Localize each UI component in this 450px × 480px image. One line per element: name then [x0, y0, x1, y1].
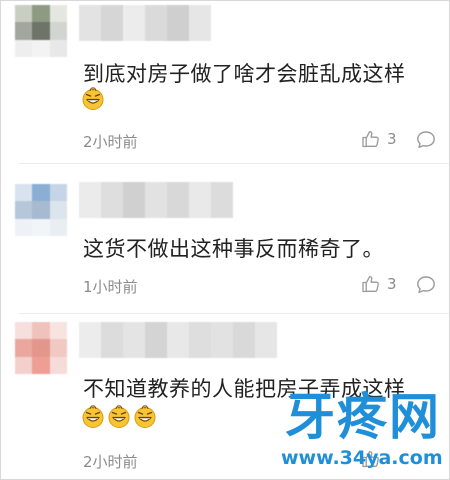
- avatar-tile: [15, 5, 33, 23]
- username-tile: [145, 5, 167, 41]
- username[interactable]: [79, 322, 277, 358]
- avatar-tile: [49, 39, 67, 57]
- username-tile: [167, 322, 189, 358]
- username-tile: [123, 322, 145, 358]
- comment-list: 到底对房子做了啥才会脏乱成这样 2小时前 3 这货不做出这种事反而稀奇了。 1小…: [0, 0, 450, 480]
- username-tile: [255, 322, 277, 358]
- avatar-tile: [49, 22, 67, 40]
- comment-text: 到底对房子做了啥才会脏乱成这样: [83, 62, 406, 86]
- watermark: 牙疼网 www.34ya.com: [279, 387, 447, 475]
- comment-item: 到底对房子做了啥才会脏乱成这样 2小时前 3: [1, 1, 449, 161]
- grin-emoji-icon: [82, 405, 104, 428]
- username-tile: [167, 182, 189, 218]
- avatar-tile: [32, 322, 50, 340]
- username-tile: [101, 322, 123, 358]
- like-count: 3: [387, 130, 397, 148]
- like-button[interactable]: 3: [361, 274, 397, 294]
- avatar-tile: [49, 322, 67, 340]
- username-tile: [79, 182, 101, 218]
- comment-text: 这货不做出这种事反而稀奇了。: [83, 237, 384, 261]
- username-tile: [189, 182, 211, 218]
- avatar-tile: [15, 22, 33, 40]
- username-tile: [123, 5, 145, 41]
- username-tile: [123, 182, 145, 218]
- avatar-tile: [32, 184, 50, 202]
- username-tile: [189, 5, 211, 41]
- avatar-tile: [32, 218, 50, 236]
- avatar[interactable]: [15, 184, 67, 236]
- avatar-tile: [32, 22, 50, 40]
- avatar[interactable]: [15, 322, 67, 374]
- username-tile: [79, 5, 101, 41]
- avatar-tile: [49, 218, 67, 236]
- thumbs-up-icon: [362, 130, 379, 148]
- grin-emoji-icon: [82, 87, 104, 110]
- username-tile: [145, 182, 167, 218]
- avatar-tile: [49, 201, 67, 219]
- avatar-tile: [15, 356, 33, 374]
- avatar-tile: [32, 356, 50, 374]
- grin-emoji-icon: [108, 405, 130, 428]
- avatar-tile: [49, 5, 67, 23]
- comment-time: 2小时前: [83, 453, 138, 471]
- username-tile: [167, 5, 189, 41]
- username-tile: [189, 322, 211, 358]
- avatar-tile: [15, 218, 33, 236]
- grin-emoji-icon: [134, 405, 156, 428]
- comment-bubble-icon: [417, 131, 435, 149]
- username-tile: [233, 322, 255, 358]
- avatar[interactable]: [15, 5, 67, 57]
- emoji-row: [81, 87, 105, 111]
- avatar-tile: [32, 39, 50, 57]
- comment-bubble-icon: [417, 276, 435, 294]
- username-tile: [101, 182, 123, 218]
- like-count: 3: [387, 275, 397, 293]
- avatar-tile: [15, 184, 33, 202]
- comment-time: 1小时前: [83, 278, 138, 296]
- comment-time: 2小时前: [83, 133, 138, 151]
- username[interactable]: [79, 182, 233, 218]
- watermark-logo: 牙疼网: [285, 387, 441, 446]
- reply-button[interactable]: [415, 129, 437, 155]
- username-tile: [101, 5, 123, 41]
- avatar-tile: [15, 201, 33, 219]
- username[interactable]: [79, 5, 211, 41]
- avatar-tile: [32, 201, 50, 219]
- watermark-url: www.34ya.com: [281, 447, 443, 469]
- avatar-tile: [15, 39, 33, 57]
- avatar-tile: [32, 339, 50, 357]
- avatar-tile: [49, 339, 67, 357]
- avatar-tile: [15, 322, 33, 340]
- username-tile: [211, 182, 233, 218]
- thumbs-up-icon: [362, 275, 379, 293]
- username-tile: [79, 322, 101, 358]
- comment-item: 这货不做出这种事反而稀奇了。 1小时前 3: [1, 164, 449, 314]
- username-tile: [145, 322, 167, 358]
- avatar-tile: [49, 356, 67, 374]
- avatar-tile: [15, 339, 33, 357]
- like-button[interactable]: 3: [361, 129, 397, 149]
- avatar-tile: [32, 5, 50, 23]
- emoji-row: [81, 405, 157, 429]
- reply-button[interactable]: [415, 274, 437, 300]
- avatar-tile: [49, 184, 67, 202]
- username-tile: [211, 322, 233, 358]
